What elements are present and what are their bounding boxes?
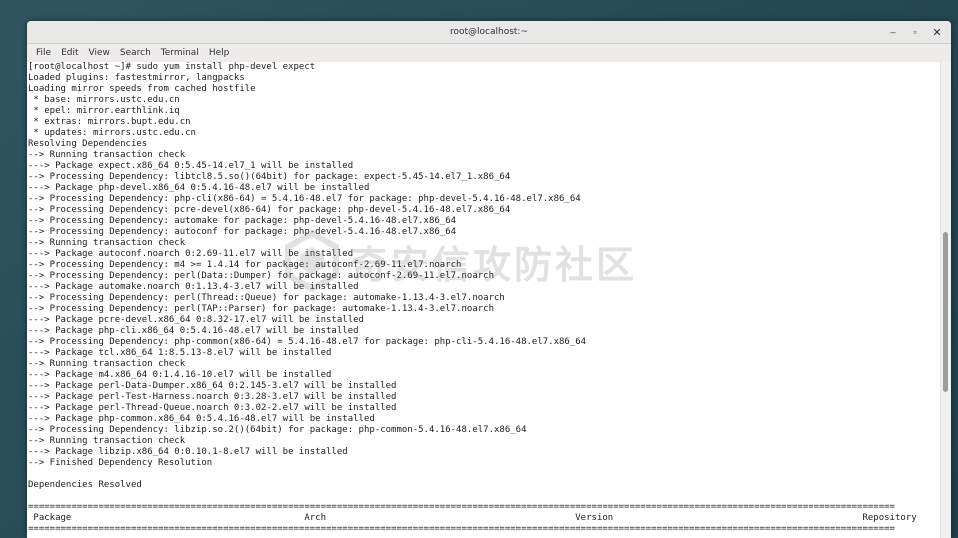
menu-help[interactable]: Help — [204, 48, 235, 58]
window-title: root@localhost:~ — [449, 27, 529, 37]
terminal-line: ---> Package automake.noarch 0:1.13.4-3.… — [28, 282, 359, 292]
scrollbar-thumb[interactable] — [943, 232, 948, 392]
terminal-line: ---> Package perl-Thread-Queue.noarch 0:… — [28, 403, 397, 413]
terminal-line: ---> Package php-common.x86_64 0:5.4.16-… — [28, 414, 375, 424]
terminal-line: Package Arch Version Repository Siz — [33, 513, 917, 523]
terminal-line: --> Finished Dependency Resolution — [28, 458, 213, 468]
menu-edit[interactable]: Edit — [56, 48, 83, 58]
terminal-line: * updates: mirrors.ustc.edu.cn — [28, 128, 196, 138]
terminal-line: --> Processing Dependency: autoconf for … — [28, 227, 457, 237]
menu-view[interactable]: View — [84, 48, 115, 58]
terminal-line: Dependencies Resolved — [28, 480, 142, 490]
menu-terminal[interactable]: Terminal — [156, 48, 204, 58]
window-titlebar[interactable]: root@localhost:~ – ▫ ✕ — [27, 21, 951, 44]
terminal-line: --> Running transaction check — [28, 150, 186, 160]
terminal-line: --> Running transaction check — [28, 238, 186, 248]
terminal-line: --> Processing Dependency: libzip.so.2()… — [28, 425, 527, 435]
terminal-line: Loading mirror speeds from cached hostfi… — [28, 84, 256, 94]
terminal-line: * extras: mirrors.bupt.edu.cn — [28, 117, 191, 127]
terminal-line: ---> Package libzip.x86_64 0:0.10.1-8.el… — [28, 447, 348, 457]
window-controls: – ▫ ✕ — [885, 21, 945, 43]
terminal-line: --> Processing Dependency: perl(Thread::… — [28, 293, 505, 303]
terminal-line: --> Processing Dependency: pcre-devel(x8… — [28, 205, 511, 215]
terminal-line: ========================================… — [28, 524, 895, 534]
terminal-line: --> Running transaction check — [28, 359, 186, 369]
terminal-line: ---> Package perl-Test-Harness.noarch 0:… — [28, 392, 397, 402]
terminal-line: Loaded plugins: fastestmirror, langpacks — [28, 73, 245, 83]
terminal-line: * epel: mirror.earthlink.iq — [28, 106, 180, 116]
terminal-line: ---> Package php-cli.x86_64 0:5.4.16-48.… — [28, 326, 359, 336]
terminal-line: * base: mirrors.ustc.edu.cn — [28, 95, 180, 105]
terminal-line: --> Processing Dependency: php-cli(x86-6… — [28, 194, 581, 204]
maximize-button[interactable]: ▫ — [907, 24, 923, 40]
terminal-area: [root@localhost ~]# sudo yum install php… — [27, 62, 951, 538]
menu-bar: File Edit View Search Terminal Help — [27, 44, 951, 63]
terminal-line: --> Processing Dependency: perl(Data::Du… — [28, 271, 494, 281]
terminal-line: --> Processing Dependency: automake for … — [28, 216, 457, 226]
terminal-output[interactable]: [root@localhost ~]# sudo yum install php… — [27, 62, 941, 538]
terminal-line: [root@localhost ~]# sudo yum install php… — [28, 62, 316, 72]
terminal-line: ---> Package expect.x86_64 0:5.45-14.el7… — [28, 161, 354, 171]
terminal-line: ---> Package php-devel.x86_64 0:5.4.16-4… — [28, 183, 370, 193]
terminal-line: --> Running transaction check — [28, 436, 186, 446]
minimize-button[interactable]: – — [885, 24, 901, 40]
terminal-line: ---> Package perl-Data-Dumper.x86_64 0:2… — [28, 381, 397, 391]
terminal-line: --> Processing Dependency: m4 >= 1.4.14 … — [28, 260, 462, 270]
terminal-line: --> Processing Dependency: perl(TAP::Par… — [28, 304, 494, 314]
terminal-window: root@localhost:~ – ▫ ✕ File Edit View Se… — [27, 21, 951, 538]
terminal-line: ========================================… — [28, 502, 895, 512]
close-button[interactable]: ✕ — [929, 24, 945, 40]
menu-file[interactable]: File — [31, 48, 56, 58]
menu-search[interactable]: Search — [115, 48, 156, 58]
terminal-line: ---> Package pcre-devel.x86_64 0:8.32-17… — [28, 315, 364, 325]
terminal-line: ---> Package m4.x86_64 0:1.4.16-10.el7 w… — [28, 370, 332, 380]
terminal-line: ---> Package autoconf.noarch 0:2.69-11.e… — [28, 249, 354, 259]
terminal-line: ---> Package tcl.x86_64 1:8.5.13-8.el7 w… — [28, 348, 332, 358]
terminal-line: --> Processing Dependency: php-common(x8… — [28, 337, 587, 347]
terminal-scrollbar[interactable] — [940, 62, 951, 538]
terminal-line: Resolving Dependencies — [28, 139, 148, 149]
terminal-line: --> Processing Dependency: libtcl8.5.so(… — [28, 172, 511, 182]
